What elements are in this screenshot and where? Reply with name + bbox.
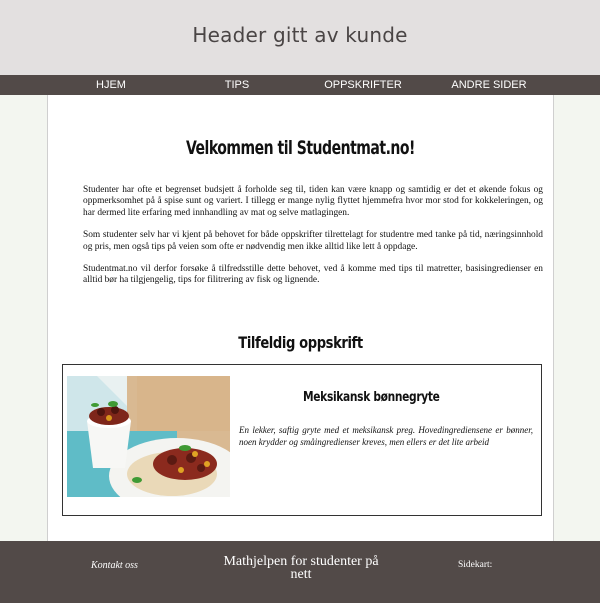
page-title: Velkommen til Studentmat.no! <box>186 137 415 159</box>
sitemap-label: Sidekart: <box>458 560 493 570</box>
nav-item-andre-sider[interactable]: ANDRE SIDER <box>429 75 549 95</box>
header-title: Header gitt av kunde <box>192 22 408 47</box>
main-content: Velkommen til Studentmat.no! Studenter h… <box>47 95 554 541</box>
nav-item-tips[interactable]: TIPS <box>177 75 297 95</box>
page-footer: Kontakt oss Mathjelpen for studenter på … <box>0 541 600 603</box>
recipe-title[interactable]: Meksikansk bønnegryte <box>303 390 483 405</box>
intro-paragraph: Som studenter selv har vi kjent på behov… <box>83 230 543 252</box>
footer-tagline: Mathjelpen for studenter på nett <box>223 554 379 582</box>
page-header: Header gitt av kunde <box>0 0 600 75</box>
intro-text: Studenter har ofte et begrenset budsjett… <box>83 185 543 298</box>
contact-link[interactable]: Kontakt oss <box>91 560 138 571</box>
intro-paragraph: Studenter har ofte et begrenset budsjett… <box>83 185 543 218</box>
main-navigation: HJEM TIPS OPPSKRIFTER ANDRE SIDER <box>0 75 600 95</box>
recipe-photo[interactable] <box>67 376 230 497</box>
nav-item-oppskrifter[interactable]: OPPSKRIFTER <box>303 75 423 95</box>
intro-paragraph: Studentmat.no vil derfor forsøke å tilfr… <box>83 264 543 286</box>
recipe-description: En lekker, saftig gryte med et meksikans… <box>239 425 533 447</box>
nav-item-hjem[interactable]: HJEM <box>51 75 171 95</box>
random-recipe-heading: Tilfeldig oppskrift <box>238 333 363 352</box>
random-recipe-card[interactable]: Meksikansk bønnegryte En lekker, saftig … <box>62 364 542 516</box>
